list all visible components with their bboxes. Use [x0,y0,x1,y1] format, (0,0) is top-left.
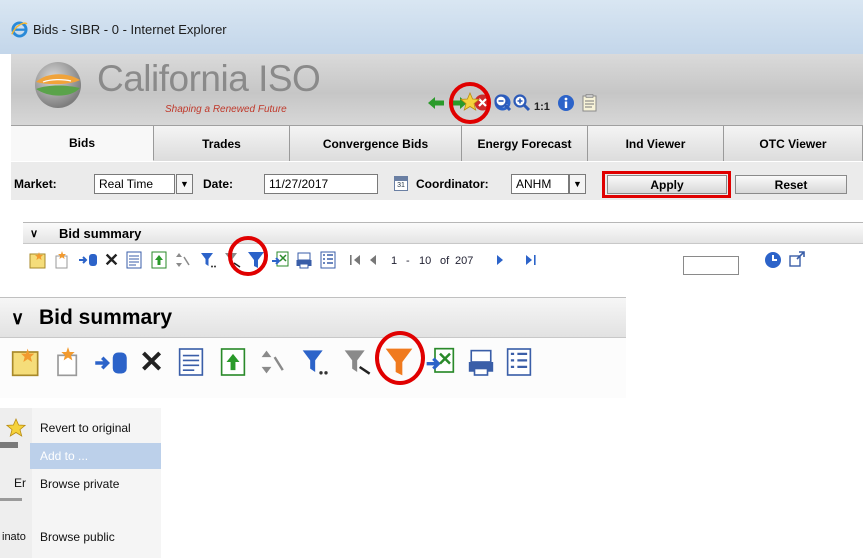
date-label: Date: [203,177,234,191]
filter-edit-icon[interactable] [200,251,218,269]
zoom-sort-icon[interactable] [260,347,286,377]
favorites-context-menu: Revert to original Add to ... Er Browse … [0,408,161,558]
collapse-chevron-icon[interactable]: ∨ [30,227,38,240]
pager-of-label: of [440,255,450,267]
window-titlebar: Bids - SIBR - 0 - Internet Explorer [0,0,863,54]
california-iso-logo-icon [35,62,81,108]
zoom-collapse-chevron-icon[interactable]: ∨ [11,308,24,329]
apply-highlight-box [602,171,731,198]
column-chooser-icon[interactable] [320,251,336,269]
info-icon[interactable] [557,94,575,112]
zoom-export-excel-icon[interactable] [425,347,455,377]
reset-button[interactable]: Reset [735,175,847,194]
upload-icon[interactable] [151,251,167,269]
new-from-template-icon[interactable] [53,251,71,269]
clipboard-icon[interactable] [582,94,597,112]
menu-star-icon [6,418,26,437]
pager-dash: - [406,255,410,267]
zoom-new-bid-icon[interactable] [10,347,42,377]
main-window: Bids - SIBR - 0 - Internet Explorer Cali… [0,0,863,286]
favorites-highlight-circle [449,82,491,124]
zoom-upload-icon[interactable] [220,347,246,377]
zoom-in-icon[interactable] [513,94,531,112]
menu-divider [0,498,22,501]
delete-icon[interactable]: ✕ [104,250,119,271]
zoom-view-details-icon[interactable] [178,347,204,377]
first-page-icon[interactable] [349,254,363,266]
pop-out-icon[interactable] [789,251,805,267]
zoom-column-chooser-icon[interactable] [506,347,532,377]
menu-item-browse-public[interactable]: Browse public [30,524,161,550]
calendar-icon[interactable]: 31 [394,176,408,191]
tab-trades[interactable]: Trades [154,126,290,161]
coordinator-select[interactable]: ANHM [511,174,569,194]
background-text-fragment: Er [14,476,26,490]
page-number-input[interactable] [683,256,739,275]
print-icon[interactable] [296,251,312,269]
zoom-filter-edit-icon[interactable] [301,347,331,377]
window-title: Bids - SIBR - 0 - Internet Explorer [33,22,227,37]
zoom-toolbar: ✕ [0,331,626,398]
menu-item-revert-to-original[interactable]: Revert to original [30,415,161,441]
tab-ind-viewer[interactable]: Ind Viewer [588,126,724,161]
menu-item-add-to[interactable]: Add to ... [30,443,161,469]
export-excel-icon[interactable] [271,251,289,269]
app-header: California ISO Shaping a Renewed Future [11,54,863,125]
filter-bar: Market: Real Time ▼ Date: 11/27/2017 31 … [11,162,863,200]
tab-energy-forecast[interactable]: Energy Forecast [462,126,588,161]
market-select[interactable]: Real Time [94,174,175,194]
zoom-bid-summary-header[interactable]: ∨ Bid summary [0,298,626,338]
zoom-filter-highlight-circle [375,331,425,385]
bid-summary-header[interactable]: ∨ Bid summary [23,222,863,244]
market-dropdown-icon[interactable]: ▼ [176,174,193,194]
submit-to-database-icon[interactable] [78,252,98,268]
date-input[interactable]: 11/27/2017 [264,174,378,194]
zoomed-bid-summary: ∨ Bid summary ✕ [0,297,626,398]
zoom-bid-summary-title: Bid summary [39,306,173,329]
tab-convergence-bids[interactable]: Convergence Bids [290,126,462,161]
go-to-page-icon[interactable] [764,251,782,269]
zoom-out-icon[interactable] [494,94,512,112]
logo-wordmark: California ISO [97,58,321,99]
zoom-submit-to-database-icon[interactable] [93,349,129,377]
menu-item-browse-private[interactable]: Browse private [30,471,161,497]
tab-otc-viewer[interactable]: OTC Viewer [724,126,863,161]
pager-total: 207 [455,255,474,267]
coordinator-dropdown-icon[interactable]: ▼ [569,174,586,194]
actual-size-button[interactable]: 1:1 [534,101,550,113]
background-text-fragment: inato [2,531,26,543]
internet-explorer-icon [11,21,28,38]
sort-icon[interactable] [175,251,191,269]
zoom-print-icon[interactable] [468,347,494,377]
zoom-clear-filter-icon[interactable] [343,347,373,377]
logo-tagline: Shaping a Renewed Future [165,104,287,115]
zoom-new-from-template-icon[interactable] [53,347,83,377]
last-page-icon[interactable] [523,254,537,266]
main-tabs: Bids Trades Convergence Bids Energy Fore… [11,125,863,161]
zoom-delete-icon[interactable]: ✕ [139,345,164,380]
filter-highlight-circle [228,236,268,276]
pager-start: 1 [391,255,398,267]
bid-summary-title: Bid summary [59,226,142,241]
new-bid-icon[interactable] [29,251,47,269]
back-arrow-icon[interactable] [427,95,445,111]
tab-bids[interactable]: Bids [11,126,154,161]
menu-divider [0,442,18,448]
next-page-icon[interactable] [495,254,505,266]
view-details-icon[interactable] [126,251,142,269]
market-label: Market: [14,177,57,191]
pager-end: 10 [419,255,432,267]
previous-page-icon[interactable] [368,254,378,266]
coordinator-label: Coordinator: [416,177,489,191]
